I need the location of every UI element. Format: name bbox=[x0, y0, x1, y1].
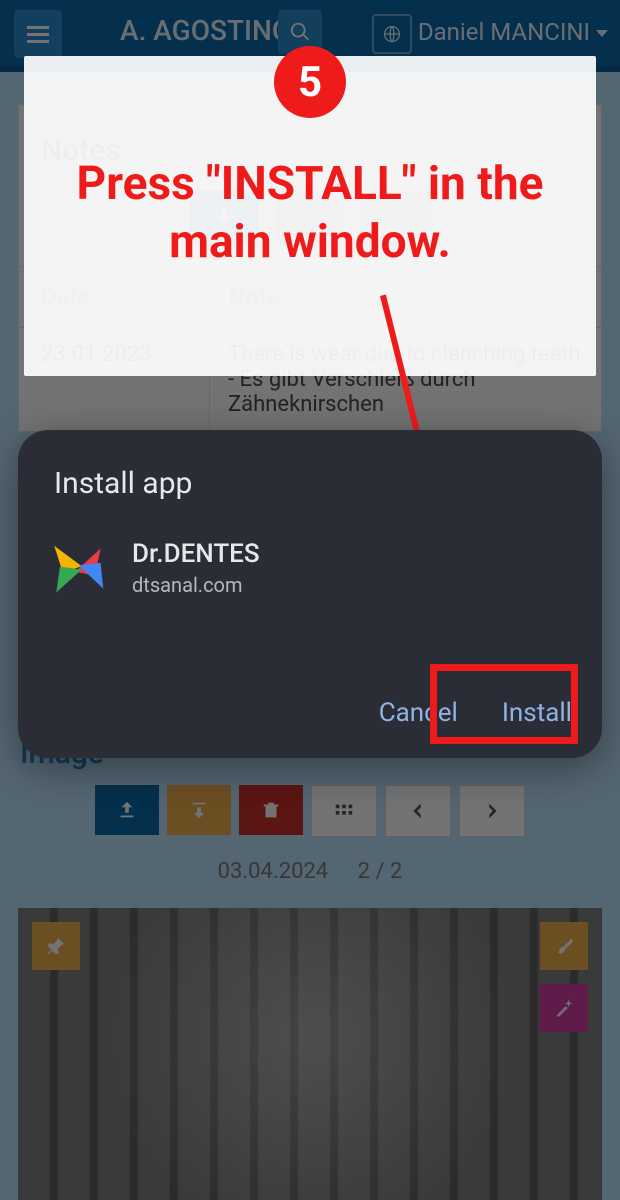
instruction-text: Press "INSTALL" in the main window. bbox=[0, 156, 620, 271]
app-row: Dr.DENTES dtsanal.com bbox=[18, 509, 602, 607]
install-button[interactable]: Install bbox=[502, 698, 572, 728]
cancel-button[interactable]: Cancel bbox=[379, 698, 458, 728]
app-name: Dr.DENTES bbox=[132, 539, 260, 569]
step-badge: 5 bbox=[274, 46, 346, 118]
dialog-title: Install app bbox=[18, 430, 602, 509]
app-site: dtsanal.com bbox=[132, 573, 260, 597]
app-icon bbox=[54, 540, 110, 596]
install-app-dialog: Install app Dr.DENTES dtsanal.com Cancel… bbox=[18, 430, 602, 758]
dialog-actions: Cancel Install bbox=[379, 698, 572, 728]
